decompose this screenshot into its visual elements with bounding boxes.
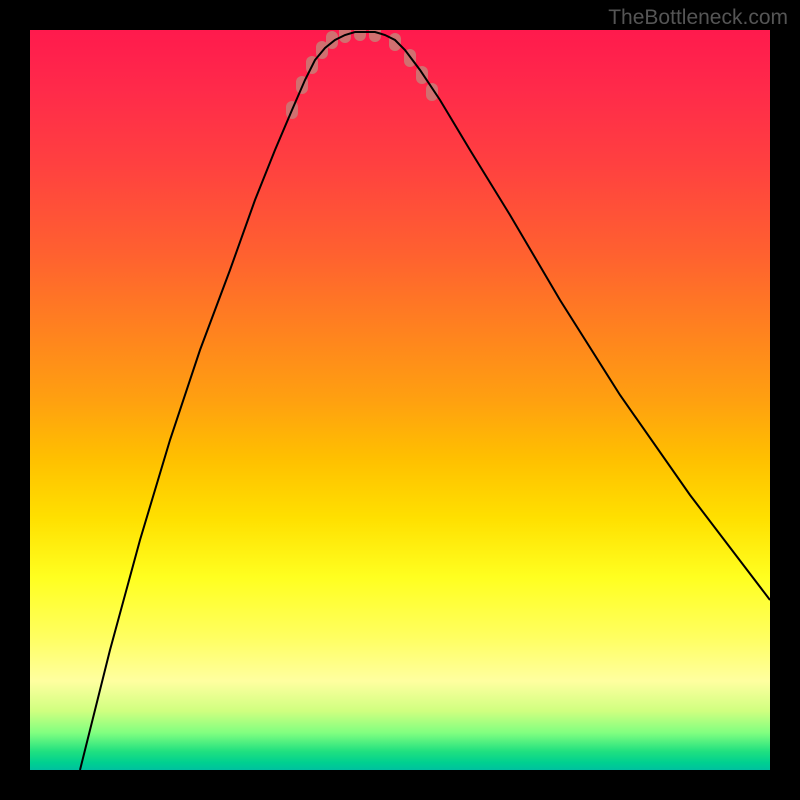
marker-dot [426,83,438,101]
watermark-text: TheBottleneck.com [608,6,788,30]
chart-svg [30,30,770,770]
marker-dot [389,33,401,51]
bottleneck-curve [80,32,770,770]
